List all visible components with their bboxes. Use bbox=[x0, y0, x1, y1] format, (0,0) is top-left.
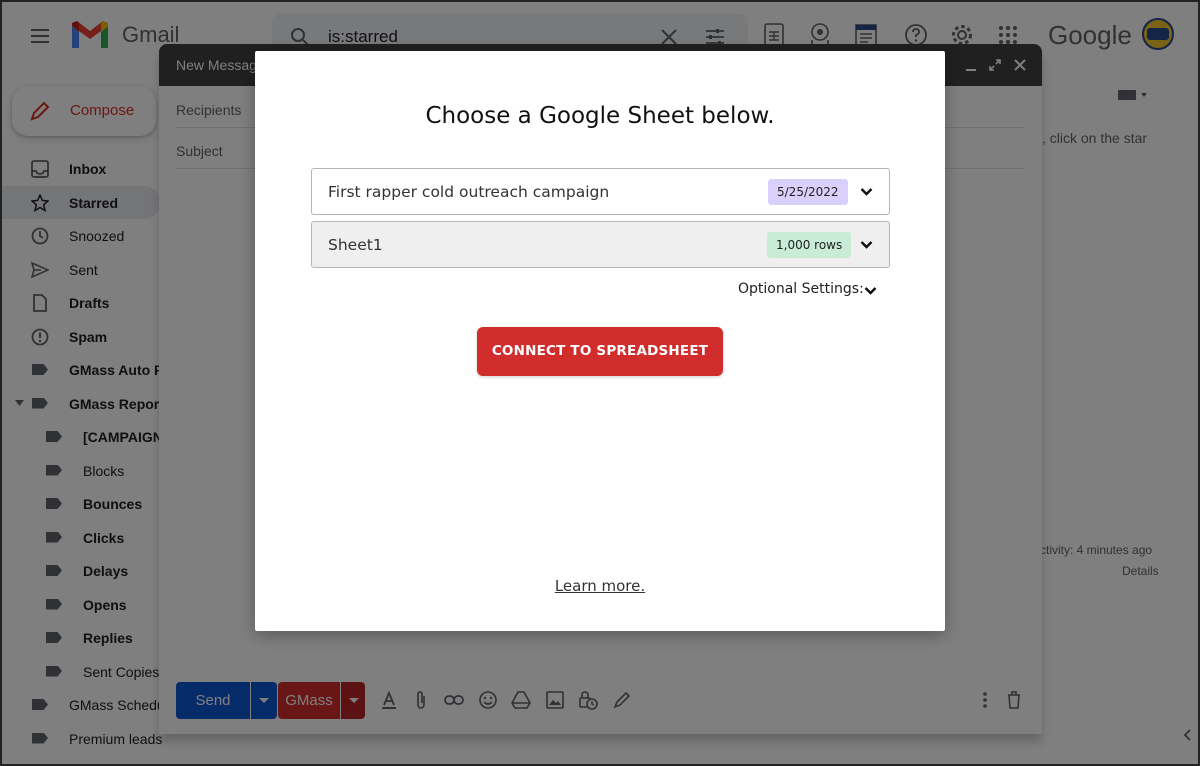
chevron-down-icon[interactable] bbox=[864, 285, 877, 296]
spreadsheet-name: First rapper cold outreach campaign bbox=[328, 183, 610, 201]
connect-to-spreadsheet-button[interactable]: CONNECT TO SPREADSHEET bbox=[477, 327, 723, 376]
worksheet-name: Sheet1 bbox=[328, 236, 383, 254]
google-sheet-dialog: Choose a Google Sheet below. First rappe… bbox=[255, 51, 945, 631]
chevron-left-icon[interactable] bbox=[1180, 727, 1196, 743]
dialog-title: Choose a Google Sheet below. bbox=[425, 103, 775, 129]
chevron-down-icon bbox=[860, 241, 873, 249]
optional-settings-toggle[interactable]: Optional Settings: bbox=[738, 281, 864, 297]
row-count-badge: 1,000 rows bbox=[767, 232, 852, 258]
spreadsheet-select[interactable]: First rapper cold outreach campaign 5/25… bbox=[311, 168, 890, 215]
spreadsheet-date-badge: 5/25/2022 bbox=[768, 179, 848, 205]
chevron-down-icon bbox=[860, 188, 873, 196]
worksheet-select[interactable]: Sheet1 1,000 rows bbox=[311, 221, 890, 268]
learn-more-link[interactable]: Learn more. bbox=[255, 577, 945, 595]
